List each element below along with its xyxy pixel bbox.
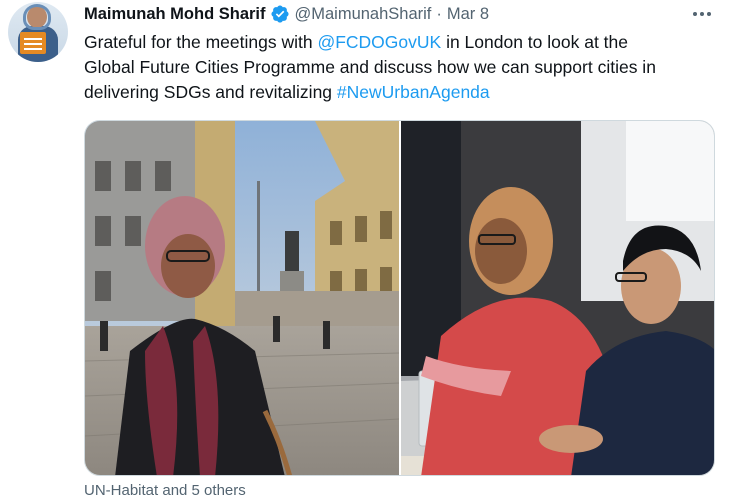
more-dot <box>707 12 711 16</box>
more-dot <box>693 12 697 16</box>
tweet-text-line-2: Global Future Cities Programme and discu… <box>84 57 656 77</box>
text-segment: Grateful for the meetings with <box>84 32 318 52</box>
photo-street-image <box>85 121 399 475</box>
tweet-date[interactable]: Mar 8 <box>447 4 489 24</box>
media-grid <box>84 120 715 476</box>
tweet-text-line-1: Grateful for the meetings with @FCDOGovU… <box>84 30 724 55</box>
author-name[interactable]: Maimunah Mohd Sharif <box>84 4 266 24</box>
header-separator: · <box>436 5 442 23</box>
text-segment: delivering SDGs and revitalizing <box>84 82 337 102</box>
verified-badge-icon <box>270 5 289 23</box>
mention-link[interactable]: @FCDOGovUK <box>317 32 441 52</box>
tweet-header: Maimunah Mohd Sharif @MaimunahSharif · M… <box>84 4 489 24</box>
tweet-text: Grateful for the meetings with @FCDOGovU… <box>84 30 724 105</box>
avatar-figure-scarf <box>23 4 51 30</box>
more-dot <box>700 12 704 16</box>
tagged-people[interactable]: UN-Habitat and 5 others <box>84 482 246 500</box>
author-handle[interactable]: @MaimunahSharif <box>295 4 432 24</box>
photo-street-portrait[interactable] <box>85 121 399 475</box>
tweet-text-line-3: delivering SDGs and revitalizing #NewUrb… <box>84 80 724 105</box>
photo-meeting[interactable] <box>401 121 714 475</box>
hashtag-link[interactable]: #NewUrbanAgenda <box>337 82 490 102</box>
text-segment: in London to look at the <box>441 32 629 52</box>
avatar-sign <box>20 32 46 54</box>
avatar[interactable] <box>8 2 68 62</box>
more-options-icon[interactable] <box>690 4 714 24</box>
tweet: Maimunah Mohd Sharif @MaimunahSharif · M… <box>0 0 729 504</box>
photo-meeting-image <box>401 121 714 475</box>
